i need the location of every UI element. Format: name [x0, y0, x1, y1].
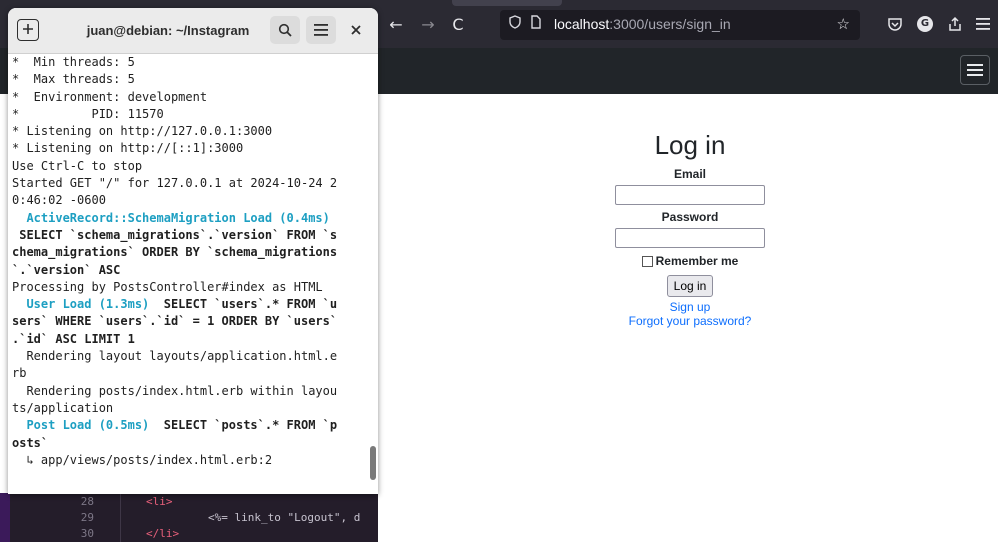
terminal-line: ↳ app/views/posts/index.html.erb:2 [12, 452, 273, 467]
terminal-line: Rendering layout layouts/application.htm… [12, 349, 338, 364]
terminal-line: sers` WHERE `users`.`id` = 1 ORDER BY `u… [12, 314, 338, 329]
browser-tab[interactable] [452, 0, 562, 6]
url-bar[interactable]: localhost:3000/users/sign_in ☆ [500, 10, 860, 40]
line-number: 28 [80, 495, 94, 508]
reload-button[interactable]: C [446, 14, 470, 36]
terminal-line: Rendering posts/index.html.erb within la… [12, 383, 338, 398]
menu-button[interactable] [306, 16, 336, 44]
editor-line: 29 <%= link_to "Logout", d [0, 510, 378, 526]
forgot-password-link[interactable]: Forgot your password? [585, 314, 795, 328]
pocket-icon[interactable] [884, 13, 906, 35]
terminal-segment: SELECT `posts`.* FROM `p [163, 418, 338, 433]
remember-me-label[interactable]: Remember me [656, 253, 739, 269]
code-text: </li> [146, 527, 180, 540]
login-form: Log in Email Password Remember me Log in… [585, 128, 795, 328]
password-field[interactable] [615, 228, 765, 248]
forward-button[interactable]: → [416, 14, 440, 36]
login-button[interactable]: Log in [666, 275, 714, 297]
terminal-title: juan@debian: ~/Instagram [86, 23, 250, 38]
extension-g-icon[interactable]: G [917, 16, 933, 32]
url-path: :3000/users/sign_in [609, 16, 731, 32]
back-button[interactable]: ← [384, 14, 408, 36]
terminal-line: Post Load (0.5ms) SELECT `posts`.* FROM … [12, 417, 370, 434]
editor-line: 28 <li> [0, 494, 378, 510]
terminal-line: Processing by PostsController#index as H… [12, 279, 323, 294]
hamburger-line [967, 74, 983, 76]
remember-me-row: Remember me [585, 253, 795, 269]
email-label: Email [673, 167, 706, 181]
terminal-line: ActiveRecord::SchemaMigration Load (0.4m… [12, 210, 330, 225]
url-host: localhost [554, 16, 610, 32]
terminal-titlebar: juan@debian: ~/Instagram [8, 8, 378, 54]
terminal-line: Use Ctrl-C to stop [12, 158, 143, 173]
hamburger-line [967, 69, 983, 71]
close-button[interactable] [342, 16, 370, 44]
search-button[interactable] [270, 16, 300, 44]
navbar-toggle-button[interactable] [960, 55, 990, 85]
email-field[interactable] [615, 185, 765, 205]
bookmark-star-icon[interactable]: ☆ [837, 15, 850, 33]
password-label: Password [661, 210, 719, 224]
terminal-window: juan@debian: ~/Instagram * Min threads: … [8, 8, 378, 494]
terminal-line: rb [12, 366, 27, 381]
menu-icon[interactable] [972, 13, 994, 35]
terminal-line: * Environment: development [12, 89, 208, 104]
signup-link[interactable]: Sign up [585, 300, 795, 314]
terminal-line: osts` [12, 435, 49, 450]
terminal-line: `.`version` ASC [12, 262, 121, 277]
terminal-segment: Post Load (0.5ms) [12, 418, 164, 433]
page-title: Log in [654, 130, 726, 160]
terminal-line: * Listening on http://127.0.0.1:3000 [12, 124, 273, 139]
terminal-line: SELECT `schema_migrations`.`version` FRO… [12, 227, 338, 242]
terminal-line: * Max threads: 5 [12, 72, 135, 87]
terminal-segment: SELECT `users`.* FROM `u [163, 297, 338, 312]
terminal-segment: User Load (1.3ms) [12, 297, 164, 312]
terminal-line: chema_migrations` ORDER BY `schema_migra… [12, 245, 338, 260]
terminal-line: Started GET "/" for 127.0.0.1 at 2024-10… [12, 176, 338, 191]
line-number: 30 [80, 527, 94, 540]
shield-icon[interactable] [508, 15, 522, 33]
terminal-scrollbar[interactable] [370, 446, 376, 480]
terminal-output[interactable]: * Min threads: 5 * Max threads: 5 * Enviro… [8, 54, 370, 494]
terminal-line: * Listening on http://[::1]:3000 [12, 141, 244, 156]
page-icon[interactable] [530, 15, 542, 32]
code-editor: 28 <li> 29 <%= link_to "Logout", d 30 </li> [0, 493, 378, 542]
line-number: 29 [80, 511, 94, 524]
remember-me-checkbox[interactable] [641, 255, 653, 267]
terminal-line: ts/application [12, 400, 114, 415]
terminal-line: * PID: 11570 [12, 106, 164, 121]
new-tab-button[interactable] [17, 19, 39, 41]
terminal-line: 0:46:02 -0600 [12, 193, 106, 208]
code-text: <li> [146, 495, 173, 508]
editor-line: 30 </li> [0, 526, 378, 542]
share-icon[interactable] [944, 13, 966, 35]
code-text: <%= link_to "Logout", d [208, 511, 361, 524]
terminal-line: * Min threads: 5 [12, 55, 135, 69]
hamburger-line [967, 64, 983, 66]
terminal-line: .`id` ASC LIMIT 1 [12, 331, 135, 346]
terminal-line: User Load (1.3ms) SELECT `users`.* FROM … [12, 296, 370, 313]
url-text[interactable]: localhost:3000/users/sign_in [554, 16, 731, 32]
